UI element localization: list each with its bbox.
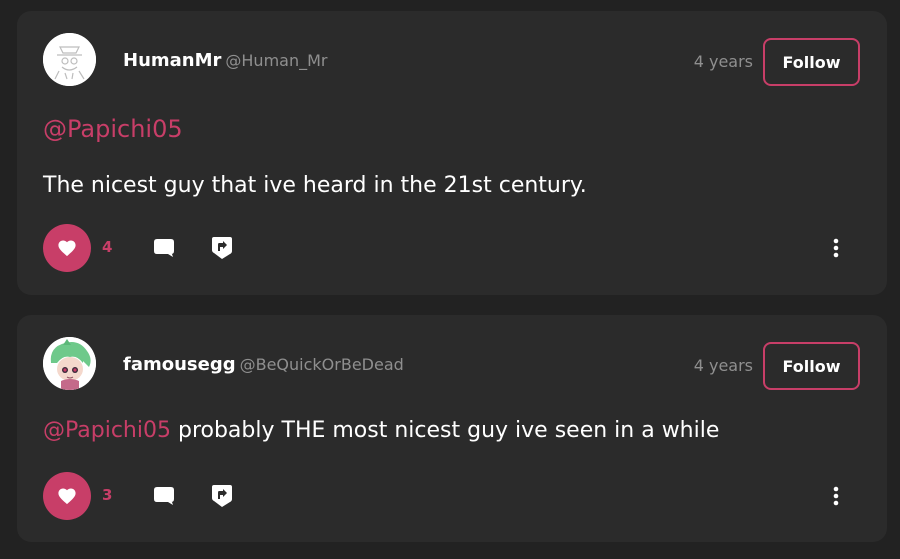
share-button[interactable] xyxy=(210,483,234,509)
follow-button[interactable]: Follow xyxy=(763,38,860,86)
like-button[interactable] xyxy=(43,472,91,520)
reply-button[interactable] xyxy=(152,484,176,508)
share-button[interactable] xyxy=(210,235,234,261)
share-icon xyxy=(212,485,232,507)
comment-card: famousegg @BeQuickOrBeDead 4 years Follow… xyxy=(17,315,887,542)
more-options-button[interactable] xyxy=(824,236,848,260)
like-button[interactable] xyxy=(43,224,91,272)
comment-text: The nicest guy that ive heard in the 21s… xyxy=(43,173,587,198)
comment-actions: 3 xyxy=(43,472,860,520)
more-options-button[interactable] xyxy=(824,484,848,508)
username[interactable]: HumanMr xyxy=(123,50,221,71)
user-handle: @Human_Mr xyxy=(225,51,328,70)
mention-link[interactable]: @Papichi05 xyxy=(43,115,183,143)
user-info: HumanMr @Human_Mr xyxy=(123,50,327,71)
sketch-avatar-icon xyxy=(43,33,96,86)
like-count: 4 xyxy=(102,238,113,256)
share-icon xyxy=(212,237,232,259)
heart-icon xyxy=(58,488,76,505)
comment-body: probably THE most nicest guy ive seen in… xyxy=(170,418,720,443)
comment-card: HumanMr @Human_Mr 4 years Follow @Papichi… xyxy=(17,11,887,295)
timestamp: 4 years xyxy=(693,356,753,375)
avatar[interactable] xyxy=(43,33,96,86)
timestamp: 4 years xyxy=(693,52,753,71)
user-handle: @BeQuickOrBeDead xyxy=(239,355,404,374)
like-count: 3 xyxy=(102,486,113,504)
comment-actions: 4 xyxy=(43,224,860,272)
avatar[interactable] xyxy=(43,337,96,390)
more-vertical-icon xyxy=(833,486,839,506)
follow-button[interactable]: Follow xyxy=(763,342,860,390)
heart-icon xyxy=(58,240,76,257)
username[interactable]: famousegg xyxy=(123,354,236,375)
comment-icon xyxy=(154,487,174,505)
reply-button[interactable] xyxy=(152,236,176,260)
comment-text: @Papichi05 probably THE most nicest guy … xyxy=(43,418,719,443)
mention-link[interactable]: @Papichi05 xyxy=(43,418,171,443)
anime-avatar-icon xyxy=(43,337,96,390)
user-info: famousegg @BeQuickOrBeDead xyxy=(123,354,404,375)
more-vertical-icon xyxy=(833,238,839,258)
comment-icon xyxy=(154,239,174,257)
